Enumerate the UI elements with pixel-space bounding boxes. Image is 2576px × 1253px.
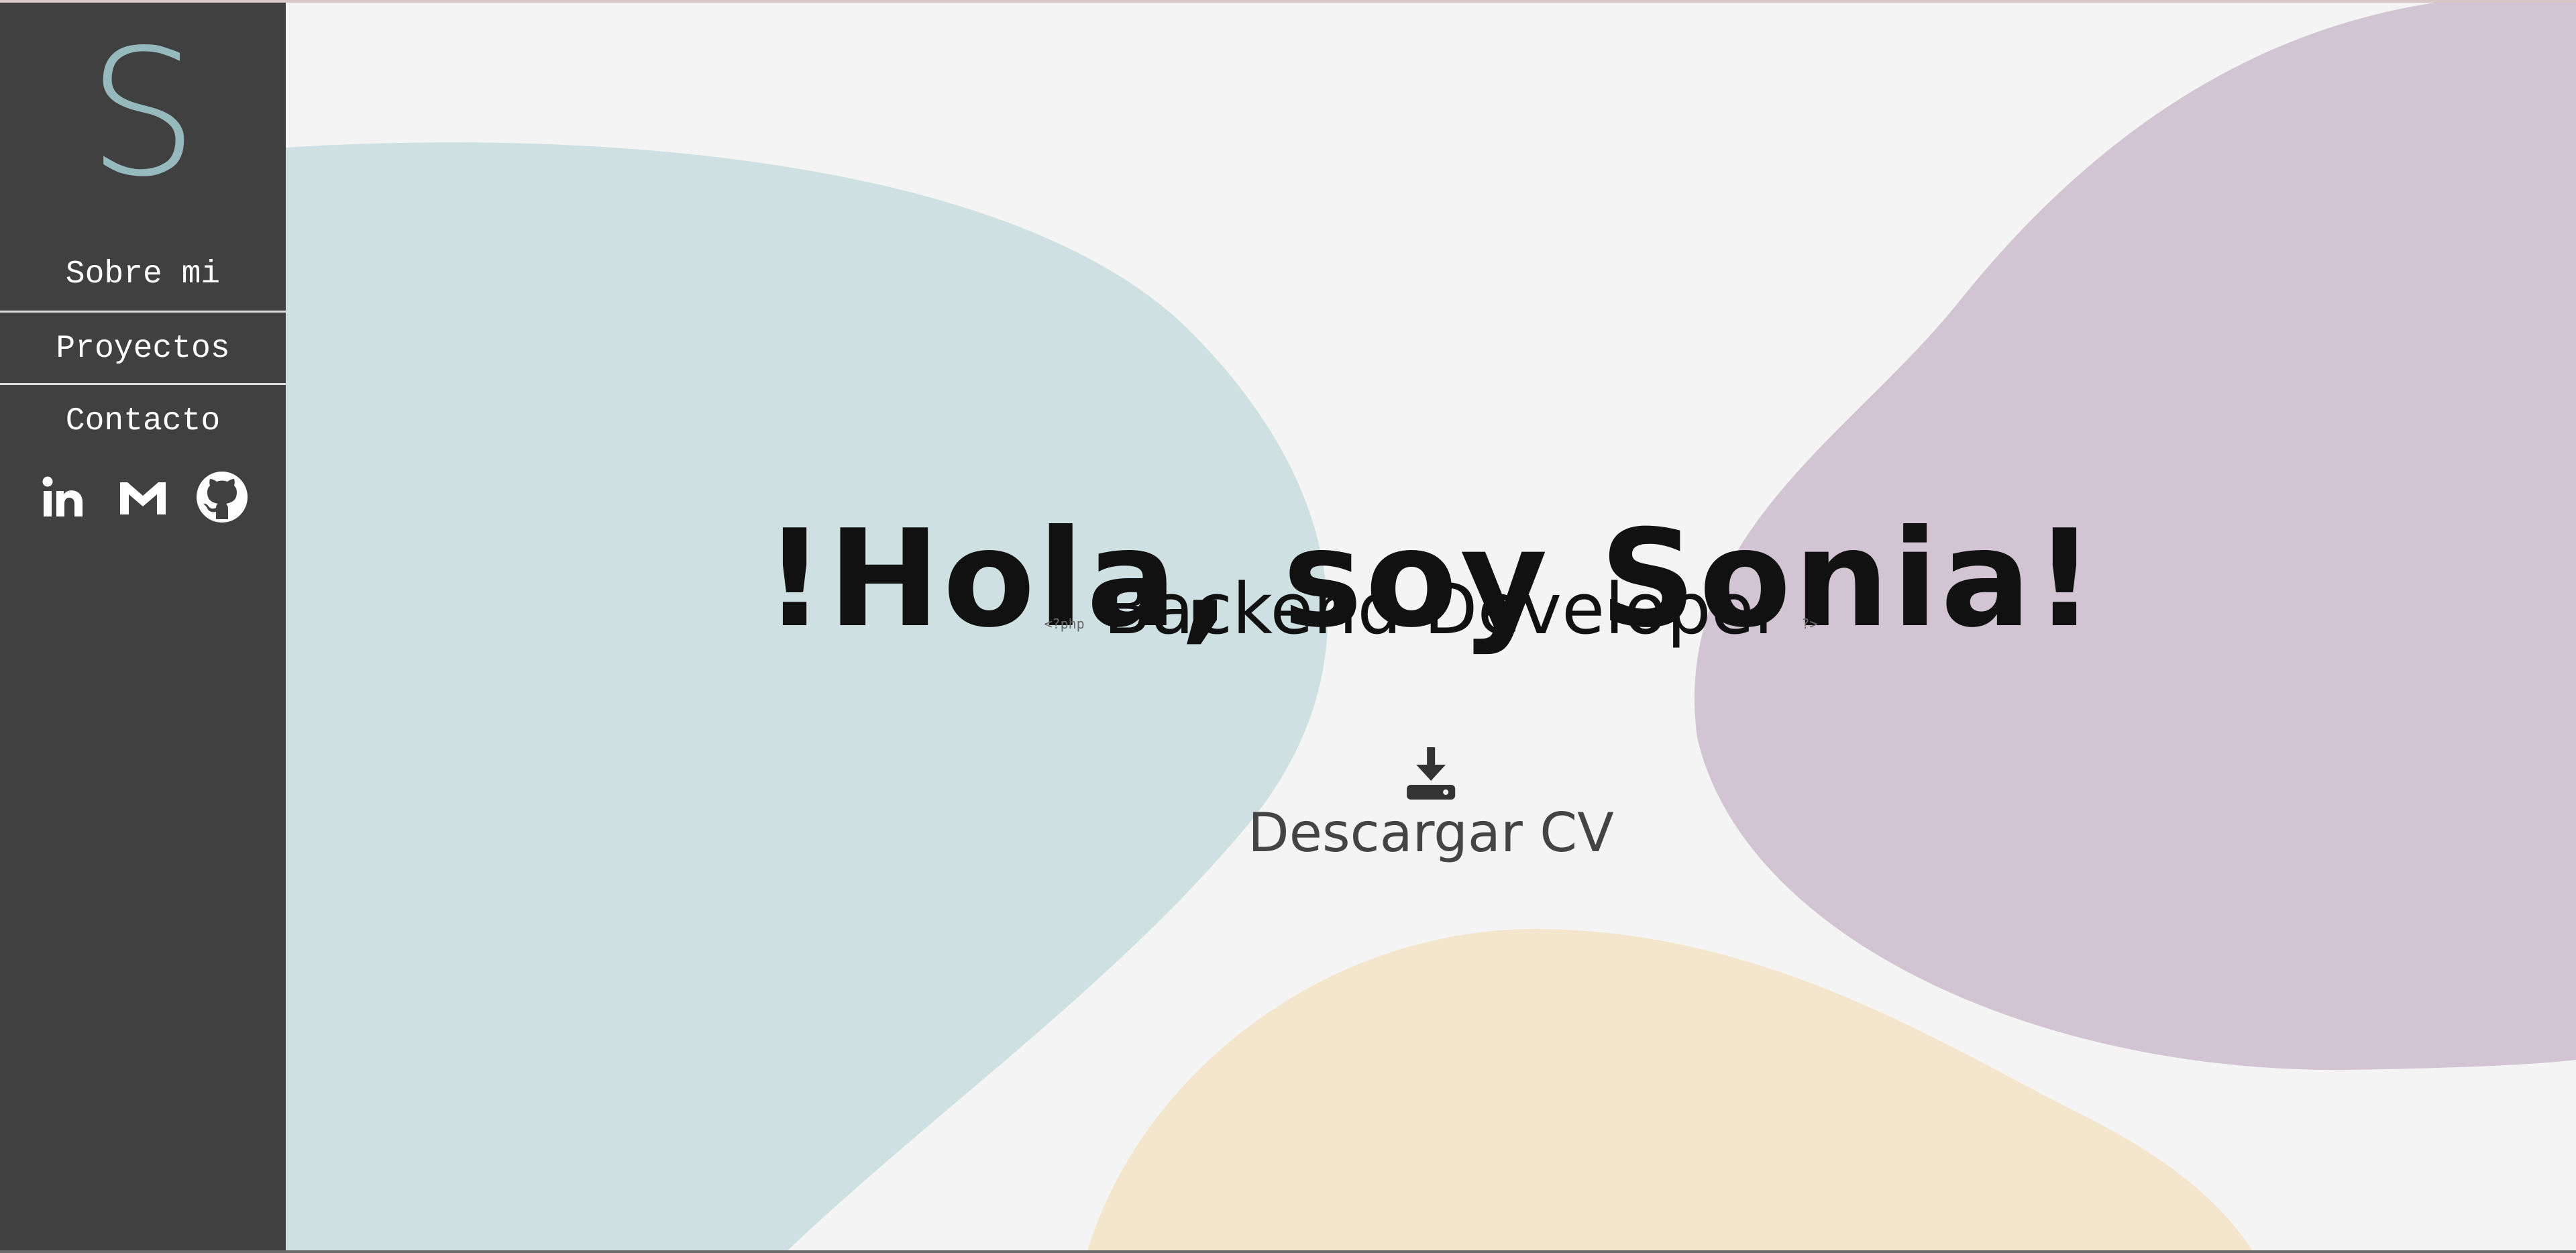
main-nav: Sobre mi Proyectos Contacto (0, 238, 286, 455)
bottom-border (0, 1250, 2576, 1253)
hero-subtitle: Backend Developer (1103, 568, 1783, 650)
download-icon (1406, 747, 1455, 800)
subtitle-row: <?php Backend Developer ?> (286, 570, 2576, 648)
nav-item-proyectos[interactable]: Proyectos (0, 311, 286, 383)
github-icon[interactable] (195, 470, 250, 525)
linkedin-icon[interactable] (36, 470, 91, 525)
gmail-icon[interactable] (115, 470, 170, 525)
php-close-tag: ?> (1801, 616, 1818, 632)
download-cv-button[interactable]: Descargar CV (1248, 745, 1614, 865)
social-links (0, 470, 286, 525)
nav-item-contacto[interactable]: Contacto (0, 383, 286, 455)
top-border (0, 0, 2576, 3)
hero-section: !Hola, soy Sonia! <?php Backend Develope… (286, 0, 2576, 1253)
nav-item-sobre-mi[interactable]: Sobre mi (0, 238, 286, 311)
download-cv-label: Descargar CV (1248, 802, 1614, 864)
site-logo[interactable]: S (0, 13, 286, 215)
php-open-tag: <?php (1044, 616, 1085, 632)
sidebar: S Sobre mi Proyectos Contacto (0, 0, 286, 1253)
